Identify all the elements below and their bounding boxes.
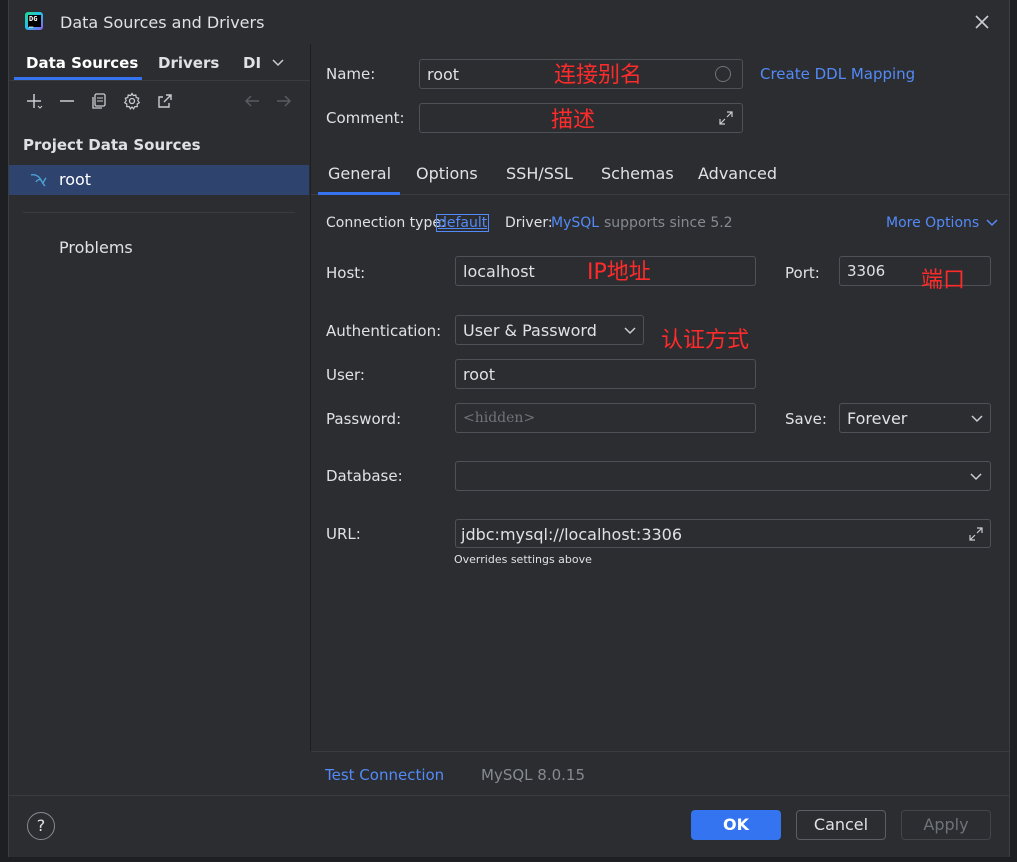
authentication-annotation: 认证方式 [661, 328, 750, 353]
problems-item[interactable]: Problems [59, 238, 133, 257]
chevron-down-icon[interactable] [985, 216, 999, 230]
jump-to-icon[interactable] [154, 90, 176, 112]
url-value: jdbc:mysql://localhost:3306 [461, 525, 683, 544]
expand-icon[interactable] [718, 110, 734, 126]
right-panel: Name: root 连接别名 Create DDL Mapping Comme… [311, 44, 1009, 752]
ok-button[interactable]: OK [691, 810, 781, 840]
gear-icon[interactable] [121, 90, 143, 112]
connection-test-bar: Test Connection MySQL 8.0.15 [311, 751, 1009, 796]
test-connection-link[interactable]: Test Connection [325, 766, 444, 784]
user-input[interactable]: root [455, 359, 756, 389]
server-version: MySQL 8.0.15 [481, 766, 585, 784]
user-value: root [463, 365, 496, 384]
user-label: User: [326, 366, 365, 384]
project-data-sources-heading: Project Data Sources [23, 136, 201, 154]
chevron-down-icon [624, 327, 636, 335]
connection-type-label: Connection type: [326, 215, 446, 231]
data-source-item-root[interactable]: root [9, 165, 309, 195]
driver-label: Driver: [505, 215, 553, 231]
database-label: Database: [326, 467, 403, 485]
chevron-down-icon[interactable] [271, 56, 285, 70]
left-toolbar [9, 90, 310, 116]
tab-ddl-mappings[interactable]: DI [243, 54, 261, 72]
name-label: Name: [326, 65, 376, 83]
dialog-window: DG — Data Sources and Drivers Data Source… [8, 0, 1010, 857]
title-bar: DG — Data Sources and Drivers [9, 0, 1009, 44]
close-icon[interactable] [970, 10, 994, 34]
port-label: Port: [785, 264, 820, 282]
create-ddl-mapping-link[interactable]: Create DDL Mapping [760, 65, 915, 83]
active-tab-indicator [14, 77, 142, 80]
tab-options[interactable]: Options [416, 164, 478, 183]
help-icon[interactable]: ? [27, 812, 55, 840]
driver-note: supports since 5.2 [604, 215, 733, 231]
remove-icon[interactable] [56, 90, 78, 112]
settings-tabs: General Options SSH/SSL Schemas Advanced [311, 152, 1009, 195]
expand-icon[interactable] [968, 526, 984, 542]
chevron-down-icon [970, 473, 982, 481]
active-tab-indicator [318, 192, 400, 195]
tab-data-sources[interactable]: Data Sources [26, 54, 138, 72]
port-value: 3306 [847, 262, 886, 280]
more-options-link[interactable]: More Options [886, 215, 979, 231]
tab-general[interactable]: General [328, 164, 391, 183]
comment-label: Comment: [326, 109, 405, 127]
tab-advanced[interactable]: Advanced [698, 164, 777, 183]
back-arrow-icon[interactable] [241, 90, 263, 112]
window-title: Data Sources and Drivers [60, 13, 265, 32]
host-annotation: IP地址 [587, 260, 651, 285]
host-label: Host: [326, 264, 366, 282]
datagrip-app-icon: DG — [25, 12, 43, 31]
name-value: root [427, 65, 460, 84]
password-input[interactable]: <hidden> [455, 403, 756, 433]
tab-schemas[interactable]: Schemas [601, 164, 674, 183]
name-annotation: 连接别名 [554, 63, 643, 88]
left-tabs: Data Sources Drivers DI [9, 44, 310, 81]
save-label: Save: [785, 410, 827, 428]
apply-button[interactable]: Apply [901, 810, 991, 840]
authentication-label: Authentication: [326, 322, 442, 340]
port-annotation: 端口 [921, 268, 966, 293]
tab-ssh-ssl[interactable]: SSH/SSL [506, 164, 573, 183]
tab-drivers[interactable]: Drivers [158, 54, 219, 72]
mysql-dolphin-icon [30, 174, 47, 187]
password-placeholder: <hidden> [463, 410, 536, 426]
duplicate-icon[interactable] [88, 90, 110, 112]
authentication-select[interactable]: User & Password [455, 315, 644, 345]
data-source-label: root [59, 170, 92, 189]
comment-annotation: 描述 [551, 108, 596, 133]
authentication-value: User & Password [463, 321, 597, 340]
left-panel: Data Sources Drivers DI Project Data Sou… [9, 44, 311, 752]
cancel-button[interactable]: Cancel [796, 810, 886, 840]
database-select[interactable] [455, 461, 991, 491]
add-icon[interactable] [23, 90, 45, 112]
save-value: Forever [847, 409, 908, 428]
url-note: Overrides settings above [454, 553, 592, 566]
chevron-down-icon [971, 415, 983, 423]
forward-arrow-icon[interactable] [273, 90, 295, 112]
port-input[interactable]: 3306 [839, 256, 991, 286]
divider [23, 212, 295, 213]
url-label: URL: [326, 525, 361, 543]
color-picker-icon[interactable] [715, 66, 731, 82]
connection-type-link[interactable]: default [435, 214, 490, 232]
driver-link[interactable]: MySQL [551, 215, 599, 231]
dialog-footer: ? OK Cancel Apply [9, 795, 1009, 857]
url-input[interactable]: jdbc:mysql://localhost:3306 [455, 519, 991, 548]
password-label: Password: [326, 410, 402, 428]
save-select[interactable]: Forever [839, 403, 991, 433]
host-value: localhost [463, 262, 535, 281]
